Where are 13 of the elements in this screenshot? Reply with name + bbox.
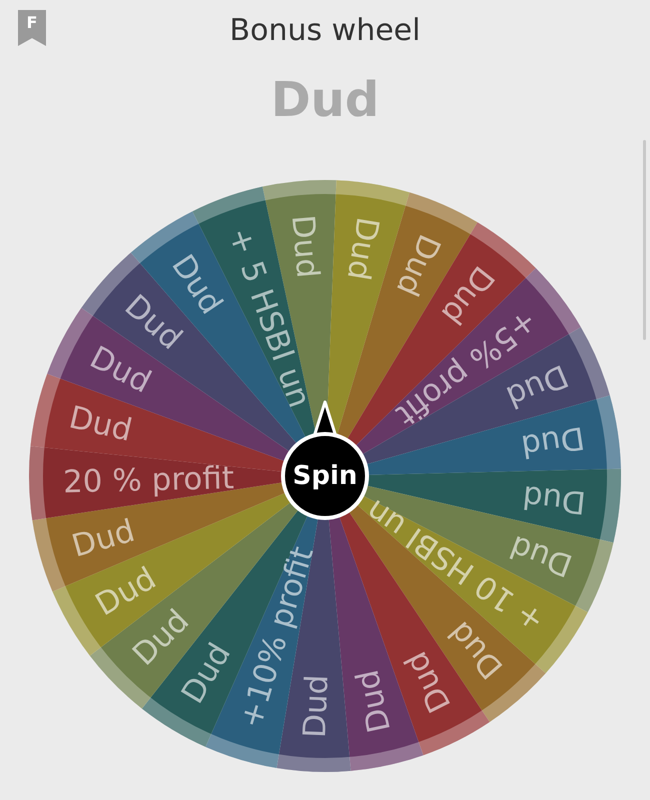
segment-label: Dud xyxy=(296,674,336,738)
segment-label: Dud xyxy=(520,478,588,520)
segment-label: Dud xyxy=(349,666,398,736)
segment-label: 20 % profit xyxy=(62,460,234,500)
window-title: Bonus wheel xyxy=(230,12,420,48)
result-text: Dud xyxy=(270,72,380,130)
segment-label: Dud xyxy=(284,213,326,280)
segment-label: Dud xyxy=(68,512,139,565)
segment-label: Dud xyxy=(388,229,448,302)
segment-label: Dud xyxy=(505,528,578,584)
segment-label: Dud xyxy=(66,400,136,449)
segment-label: Dud xyxy=(518,419,587,464)
segment-label: Dud xyxy=(340,214,386,283)
